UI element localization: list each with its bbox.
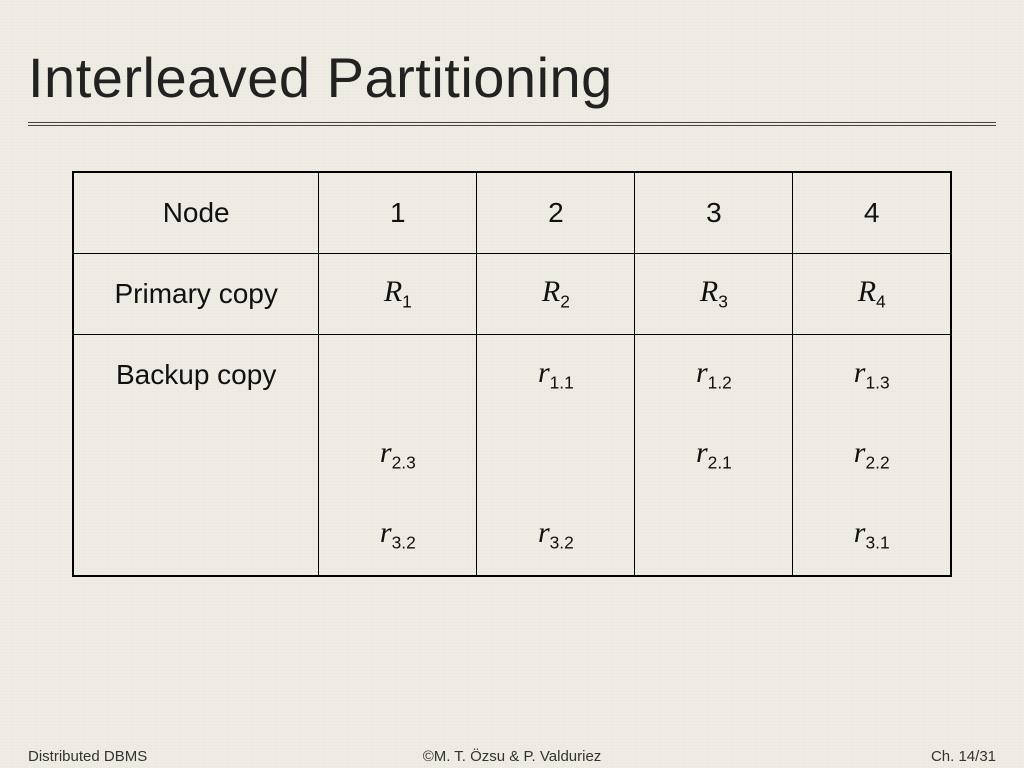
- footer-center: ©M. T. Özsu & P. Valduriez: [0, 748, 1024, 765]
- backup-row-2: r2.3 r2.1 r2.2: [73, 415, 951, 495]
- primary-label: Primary copy: [73, 254, 319, 335]
- backup1-c2: r1.1: [477, 335, 635, 416]
- header-col-3: 3: [635, 172, 793, 254]
- backup-row-1: Backup copy r1.1 r1.2 r1.3: [73, 335, 951, 416]
- backup3-c3: [635, 495, 793, 576]
- primary-c3: R3: [635, 254, 793, 335]
- backup3-c4: r3.1: [793, 495, 951, 576]
- primary-c2: R2: [477, 254, 635, 335]
- backup1-c4: r1.3: [793, 335, 951, 416]
- header-col-2: 2: [477, 172, 635, 254]
- partitioning-table: Node 1 2 3 4 Primary copy R1 R2 R3 R4 Ba…: [72, 171, 952, 577]
- backup-label: Backup copy: [73, 335, 319, 416]
- backup2-c4: r2.2: [793, 415, 951, 495]
- header-col-4: 4: [793, 172, 951, 254]
- header-col-1: 1: [319, 172, 477, 254]
- backup2-c3: r2.1: [635, 415, 793, 495]
- primary-c1: R1: [319, 254, 477, 335]
- title-divider: [28, 122, 996, 126]
- backup-row-3: r3.2 r3.2 r3.1: [73, 495, 951, 576]
- header-row: Node 1 2 3 4: [73, 172, 951, 254]
- backup3-label: [73, 495, 319, 576]
- backup1-c1: [319, 335, 477, 416]
- backup2-c2: [477, 415, 635, 495]
- header-node: Node: [73, 172, 319, 254]
- partitioning-table-wrap: Node 1 2 3 4 Primary copy R1 R2 R3 R4 Ba…: [72, 171, 952, 577]
- backup1-c3: r1.2: [635, 335, 793, 416]
- backup3-c2: r3.2: [477, 495, 635, 576]
- primary-row: Primary copy R1 R2 R3 R4: [73, 254, 951, 335]
- slide-title: Interleaved Partitioning: [0, 0, 1024, 122]
- footer-right: Ch. 14/31: [931, 748, 996, 765]
- backup2-label: [73, 415, 319, 495]
- backup2-c1: r2.3: [319, 415, 477, 495]
- backup3-c1: r3.2: [319, 495, 477, 576]
- primary-c4: R4: [793, 254, 951, 335]
